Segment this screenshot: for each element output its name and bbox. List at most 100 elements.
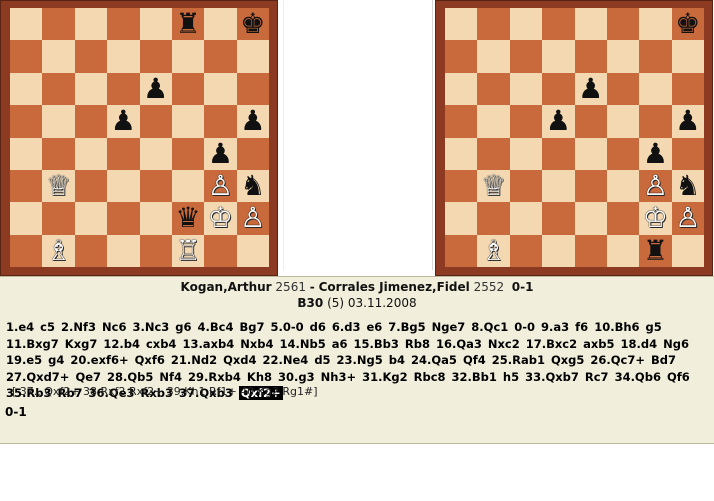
square-b1[interactable]: ♗ [477,234,510,267]
square-f5[interactable] [606,105,640,138]
square-b3[interactable]: ♕ [42,169,75,203]
square-d8[interactable] [542,8,575,41]
square-b6[interactable] [477,72,510,106]
square-f4[interactable] [171,137,205,170]
square-d6[interactable] [542,72,575,106]
white-rook-icon[interactable]: ♖ [176,236,201,265]
square-f2[interactable]: ♛ [171,202,205,235]
white-king-icon[interactable]: ♔ [643,204,668,232]
square-c4[interactable] [509,137,543,170]
square-d5[interactable]: ♟ [107,105,140,138]
black-pawn-icon[interactable]: ♟ [546,107,571,135]
white-player[interactable]: Kogan,Arthur [181,280,272,294]
square-e3[interactable] [139,169,172,203]
square-f8[interactable]: ♜ [171,8,205,41]
black-player[interactable]: Corrales Jimenez,Fidel [319,280,470,294]
square-h5[interactable]: ♟ [671,105,704,138]
black-rook-icon[interactable]: ♜ [643,236,668,265]
square-g6[interactable] [639,72,672,106]
white-king-icon[interactable]: ♔ [208,204,233,232]
square-h6[interactable] [236,72,269,106]
white-pawn-icon[interactable]: ♙ [675,204,700,232]
square-e3[interactable] [574,169,607,203]
square-g4[interactable]: ♟ [639,137,672,170]
square-d4[interactable] [107,137,140,170]
square-d2[interactable] [542,202,575,235]
square-h7[interactable] [671,40,704,73]
square-h3[interactable]: ♞ [671,169,704,203]
square-g7[interactable] [204,40,237,73]
square-f7[interactable] [171,40,205,73]
square-f8[interactable] [606,8,640,41]
variation-line[interactable]: [ 37...Qxf2+ 38.Rxf2 Rxf2+ 39.Kh1 Rf1+ 4… [12,385,318,398]
square-d1[interactable] [107,234,140,267]
square-a5[interactable] [445,105,478,138]
square-h7[interactable] [236,40,269,73]
square-c5[interactable] [509,105,543,138]
square-c2[interactable] [74,202,108,235]
black-pawn-icon[interactable]: ♟ [675,107,700,135]
square-d3[interactable] [542,169,575,203]
square-g7[interactable] [639,40,672,73]
white-pawn-icon[interactable]: ♙ [643,172,668,200]
square-h1[interactable] [671,234,704,267]
square-g3[interactable]: ♙ [639,169,672,203]
square-f5[interactable] [171,105,205,138]
square-h2[interactable]: ♙ [671,202,704,235]
square-b2[interactable] [42,202,75,235]
square-b1[interactable]: ♗ [42,234,75,267]
square-c8[interactable] [509,8,543,41]
square-f1[interactable] [606,234,640,267]
square-h4[interactable] [236,137,269,170]
black-queen-icon[interactable]: ♛ [176,204,201,232]
square-g5[interactable] [639,105,672,138]
square-b3[interactable]: ♕ [477,169,510,203]
black-king-icon[interactable]: ♚ [675,10,700,38]
square-e5[interactable] [139,105,172,138]
square-a2[interactable] [10,202,43,235]
black-pawn-icon[interactable]: ♟ [111,107,136,135]
square-d2[interactable] [107,202,140,235]
square-c5[interactable] [74,105,108,138]
square-c1[interactable] [74,234,108,267]
square-a4[interactable] [445,137,478,170]
square-a4[interactable] [10,137,43,170]
square-b4[interactable] [477,137,510,170]
square-a1[interactable] [445,234,478,267]
square-e7[interactable] [574,40,607,73]
square-c7[interactable] [74,40,108,73]
square-e7[interactable] [139,40,172,73]
square-a2[interactable] [445,202,478,235]
square-h3[interactable]: ♞ [236,169,269,203]
square-g2[interactable]: ♔ [204,202,237,235]
square-a8[interactable] [445,8,478,41]
square-b6[interactable] [42,72,75,106]
square-f2[interactable] [606,202,640,235]
square-f4[interactable] [606,137,640,170]
square-a6[interactable] [445,72,478,106]
square-d3[interactable] [107,169,140,203]
square-a8[interactable] [10,8,43,41]
square-h8[interactable]: ♚ [236,8,269,41]
square-c1[interactable] [509,234,543,267]
square-e4[interactable] [574,137,607,170]
square-b7[interactable] [42,40,75,73]
black-rook-icon[interactable]: ♜ [176,10,201,38]
square-c3[interactable] [509,169,543,203]
square-h8[interactable]: ♚ [671,8,704,41]
white-queen-icon[interactable]: ♕ [46,172,71,200]
square-b4[interactable] [42,137,75,170]
square-f6[interactable] [606,72,640,106]
black-knight-icon[interactable]: ♞ [240,172,265,200]
square-d4[interactable] [542,137,575,170]
square-c3[interactable] [74,169,108,203]
white-pawn-icon[interactable]: ♙ [240,204,265,232]
square-e4[interactable] [139,137,172,170]
black-pawn-icon[interactable]: ♟ [643,139,668,168]
black-pawn-icon[interactable]: ♟ [240,107,265,135]
square-b5[interactable] [477,105,510,138]
white-queen-icon[interactable]: ♕ [481,172,506,200]
square-e2[interactable] [139,202,172,235]
black-knight-icon[interactable]: ♞ [675,172,700,200]
square-d7[interactable] [542,40,575,73]
